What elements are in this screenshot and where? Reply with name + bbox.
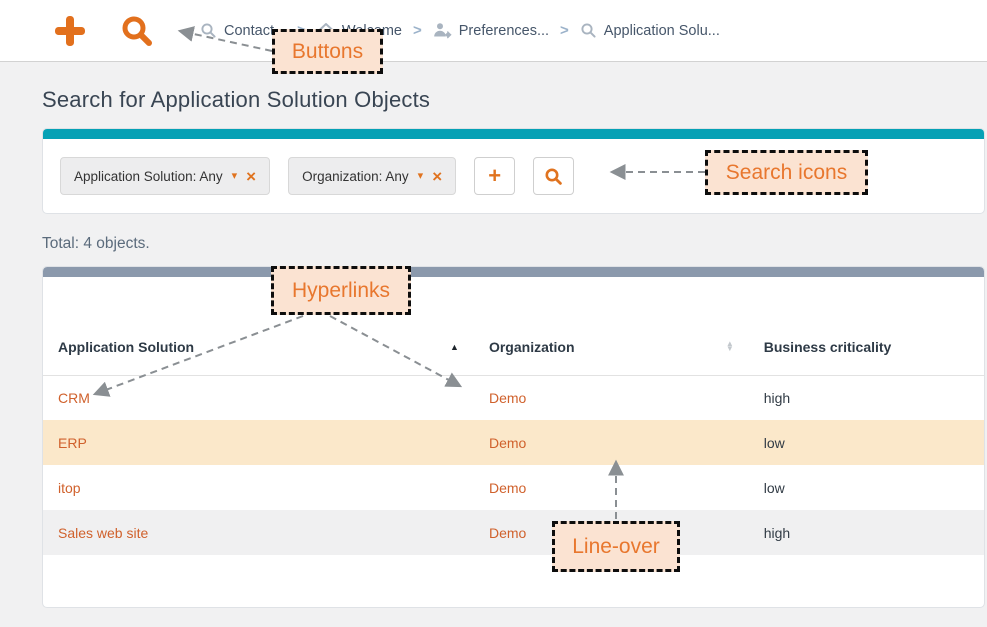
page-title: Search for Application Solution Objects: [42, 87, 987, 113]
new-object-icon[interactable]: [52, 13, 88, 49]
search-icon: [120, 14, 154, 48]
column-label: Organization: [489, 339, 575, 355]
sort-ascending-icon[interactable]: ▲: [450, 342, 459, 352]
filter-chip-label: Organization: Any: [302, 169, 409, 184]
breadcrumb-separator: >: [560, 22, 569, 39]
breadcrumb-item-preferences[interactable]: Preferences...: [433, 22, 549, 39]
search-icon: [200, 22, 217, 39]
organization-link[interactable]: Demo: [489, 525, 526, 541]
application-solution-link[interactable]: ERP: [58, 435, 87, 451]
user-gear-icon: [433, 22, 452, 39]
annotation-buttons: Buttons: [272, 29, 383, 74]
column-label: Business criticality: [764, 339, 892, 355]
breadcrumb-item-application-solution[interactable]: Application Solu...: [580, 22, 720, 39]
add-criterion-button[interactable]: +: [474, 157, 515, 195]
table-header-row: Application Solution ▲ Organization ▲ ▼: [43, 319, 984, 375]
application-solution-link[interactable]: CRM: [58, 390, 90, 406]
column-label: Application Solution: [58, 339, 194, 355]
top-toolbar: Contact... > Welcome >: [0, 0, 987, 62]
sort-unsorted-icon[interactable]: ▲ ▼: [726, 342, 734, 352]
table-row[interactable]: CRM Demo high: [43, 375, 984, 420]
results-panel: Application Solution ▲ Organization ▲ ▼: [42, 266, 985, 608]
table-row[interactable]: itop Demo low: [43, 465, 984, 510]
breadcrumb-label: Application Solu...: [604, 23, 720, 39]
annotation-line-over: Line-over: [552, 521, 680, 572]
annotation-search-icons: Search icons: [705, 150, 868, 195]
filter-chip-organization[interactable]: Organization: Any ▾ ×: [288, 157, 456, 195]
table-row[interactable]: Sales web site Demo high: [43, 510, 984, 555]
main-content: Search for Application Solution Objects …: [0, 62, 987, 627]
column-header-organization[interactable]: Organization ▲ ▼: [474, 319, 749, 375]
table-row-hovered[interactable]: ERP Demo low: [43, 420, 984, 465]
column-header-application-solution[interactable]: Application Solution ▲: [43, 319, 474, 375]
filter-chip-application-solution[interactable]: Application Solution: Any ▾ ×: [60, 157, 270, 195]
breadcrumb-label: Preferences...: [459, 23, 549, 39]
run-search-button[interactable]: [533, 157, 574, 195]
itop-search-screen: Contact... > Welcome >: [0, 0, 987, 627]
search-icon: [544, 167, 563, 186]
panel-accent-bar: [43, 129, 984, 139]
remove-filter-icon[interactable]: ×: [432, 168, 442, 185]
global-search-icon[interactable]: [120, 14, 154, 48]
results-total: Total: 4 objects.: [42, 235, 987, 253]
chevron-down-icon[interactable]: ▾: [418, 171, 424, 182]
annotation-hyperlinks: Hyperlinks: [271, 266, 411, 315]
plus-icon: [52, 13, 88, 49]
chevron-down-icon[interactable]: ▾: [232, 171, 238, 182]
organization-link[interactable]: Demo: [489, 435, 526, 451]
organization-link[interactable]: Demo: [489, 390, 526, 406]
remove-filter-icon[interactable]: ×: [246, 168, 256, 185]
table-toolbar-space: [43, 277, 984, 319]
business-criticality-value: low: [764, 480, 785, 496]
business-criticality-value: high: [764, 525, 790, 541]
business-criticality-value: high: [764, 390, 790, 406]
panel-header-bar: [43, 267, 984, 277]
results-table: Application Solution ▲ Organization ▲ ▼: [43, 319, 984, 555]
business-criticality-value: low: [764, 435, 785, 451]
breadcrumb-separator: >: [413, 22, 422, 39]
application-solution-link[interactable]: Sales web site: [58, 525, 148, 541]
search-icon: [580, 22, 597, 39]
application-solution-link[interactable]: itop: [58, 480, 81, 496]
column-header-business-criticality[interactable]: Business criticality: [749, 319, 984, 375]
filter-chip-label: Application Solution: Any: [74, 169, 223, 184]
organization-link[interactable]: Demo: [489, 480, 526, 496]
